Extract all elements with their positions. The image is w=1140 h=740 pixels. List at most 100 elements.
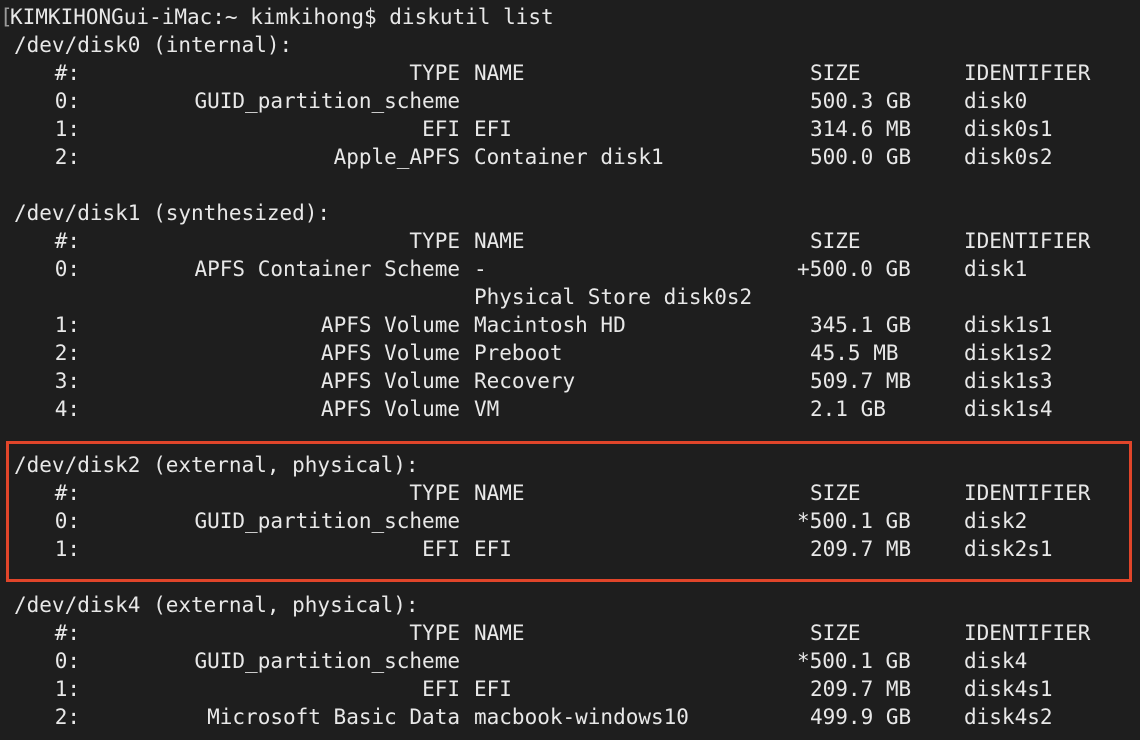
disk-title-text: /dev/disk2 (external, physical): <box>14 453 419 477</box>
partition-type: EFI <box>422 537 460 561</box>
header-identifier: IDENTIFIER <box>964 229 1091 253</box>
partition-type: Microsoft Basic Data <box>207 705 460 729</box>
partition-name: - <box>474 257 487 281</box>
partition-index: 1: <box>54 677 80 701</box>
size-cell: 345.1 GB <box>810 313 912 337</box>
partition-index: 0: <box>54 649 80 673</box>
size-cell: 209.7 MB <box>810 537 912 561</box>
header-name: NAME <box>474 229 525 253</box>
header-size: SIZE <box>810 621 861 645</box>
size-cell: *500.1 GB <box>797 509 911 533</box>
partition-name: EFI <box>474 677 512 701</box>
partition-row-continuation: Physical Store disk0s2 <box>0 283 1140 311</box>
header-identifier: IDENTIFIER <box>964 621 1091 645</box>
size-cell: 45.5 MB <box>810 341 899 365</box>
partition-type: GUID_partition_scheme <box>194 89 460 113</box>
partition-identifier: disk0s1 <box>964 117 1053 141</box>
partition-type: APFS Volume <box>320 369 460 393</box>
partition-name: macbook-windows10 <box>474 705 689 729</box>
partition-identifier: disk1 <box>964 257 1028 281</box>
prompt-line: [ KIMKIHONGui-iMac:~ kimkihong$ diskutil… <box>0 3 554 31</box>
column-header-row: #: TYPE NAME SIZE IDENTIFIER <box>0 59 1140 87</box>
size-cell: 500.3 GB <box>810 89 912 113</box>
header-num: #: <box>54 61 80 85</box>
partition-row: 0: GUID_partition_scheme 500.3 GB disk0 <box>0 87 1140 115</box>
header-size: SIZE <box>810 229 861 253</box>
partition-type: GUID_partition_scheme <box>194 649 460 673</box>
partition-row: 4: APFS Volume VM 2.1 GB disk1s4 <box>0 395 1140 423</box>
partition-index: 1: <box>54 537 80 561</box>
partition-identifier: disk2 <box>964 509 1028 533</box>
size-cell: 499.9 GB <box>810 705 912 729</box>
partition-row: 1: EFI EFI 209.7 MB disk2s1 <box>0 535 1140 563</box>
size-cell: 509.7 MB <box>810 369 912 393</box>
disk-title-text: /dev/disk1 (synthesized): <box>14 201 331 225</box>
header-type: TYPE <box>409 229 460 253</box>
partition-row: 2: APFS Volume Preboot 45.5 MB disk1s2 <box>0 339 1140 367</box>
partition-row: 1: APFS Volume Macintosh HD 345.1 GB disk1s1 <box>0 311 1140 339</box>
column-header-row: #: TYPE NAME SIZE IDENTIFIER <box>0 619 1140 647</box>
partition-row: 2: Apple_APFS Container disk1 500.0 GB disk0… <box>0 143 1140 171</box>
header-type: TYPE <box>409 61 460 85</box>
partition-identifier: disk0 <box>964 89 1028 113</box>
partition-identifier: disk4s1 <box>964 677 1053 701</box>
disk-title-text: /dev/disk4 (external, physical): <box>14 593 419 617</box>
partition-name: EFI <box>474 117 512 141</box>
header-name: NAME <box>474 481 525 505</box>
header-type: TYPE <box>409 481 460 505</box>
partition-identifier: disk0s2 <box>964 145 1053 169</box>
partition-index: 2: <box>54 705 80 729</box>
header-name: NAME <box>474 621 525 645</box>
partition-identifier: disk4 <box>964 649 1028 673</box>
column-header-row: #: TYPE NAME SIZE IDENTIFIER <box>0 479 1140 507</box>
partition-type: APFS Volume <box>320 341 460 365</box>
partition-index: 0: <box>54 89 80 113</box>
partition-name: Preboot <box>474 341 563 365</box>
partition-identifier: disk1s2 <box>964 341 1053 365</box>
header-num: #: <box>54 621 80 645</box>
partition-identifier: disk1s4 <box>964 397 1053 421</box>
header-size: SIZE <box>810 61 861 85</box>
partition-index: 1: <box>54 117 80 141</box>
partition-index: 3: <box>54 369 80 393</box>
terminal-window[interactable]: [ KIMKIHONGui-iMac:~ kimkihong$ diskutil… <box>0 0 1140 740</box>
header-type: TYPE <box>409 621 460 645</box>
partition-row: 1: EFI EFI 209.7 MB disk4s1 <box>0 675 1140 703</box>
partition-index: 0: <box>54 257 80 281</box>
partition-row: 0: GUID_partition_scheme *500.1 GB disk2 <box>0 507 1140 535</box>
partition-type: APFS Volume <box>320 397 460 421</box>
partition-row: 0: GUID_partition_scheme *500.1 GB disk4 <box>0 647 1140 675</box>
header-identifier: IDENTIFIER <box>964 61 1091 85</box>
size-cell: 314.6 MB <box>810 117 912 141</box>
partition-index: 4: <box>54 397 80 421</box>
header-num: #: <box>54 481 80 505</box>
partition-identifier: disk1s3 <box>964 369 1053 393</box>
disk-title: /dev/disk1 (synthesized): <box>0 199 1140 227</box>
header-size: SIZE <box>810 481 861 505</box>
size-cell: 209.7 MB <box>810 677 912 701</box>
partition-identifier: disk4s2 <box>964 705 1053 729</box>
partition-row: 3: APFS Volume Recovery 509.7 MB disk1s3 <box>0 367 1140 395</box>
partition-index: 1: <box>54 313 80 337</box>
partition-type: APFS Volume <box>320 313 460 337</box>
partition-identifier: disk2s1 <box>964 537 1053 561</box>
partition-type: EFI <box>422 677 460 701</box>
size-cell: 2.1 GB <box>810 397 886 421</box>
partition-name: Container disk1 <box>474 145 664 169</box>
size-cell: +500.0 GB <box>797 257 911 281</box>
partition-identifier: disk1s1 <box>964 313 1053 337</box>
partition-name: VM <box>474 397 500 421</box>
partition-name: EFI <box>474 537 512 561</box>
header-name: NAME <box>474 61 525 85</box>
size-cell: *500.1 GB <box>797 649 911 673</box>
partition-row: 2: Microsoft Basic Data macbook-windows10 4… <box>0 703 1140 731</box>
partition-index: 2: <box>54 341 80 365</box>
partition-index: 0: <box>54 509 80 533</box>
partition-row: 0: APFS Container Scheme - +500.0 GB disk1 <box>0 255 1140 283</box>
header-num: #: <box>54 229 80 253</box>
partition-type: EFI <box>422 117 460 141</box>
partition-type: APFS Container Scheme <box>194 257 460 281</box>
disk-title: /dev/disk4 (external, physical): <box>0 591 1140 619</box>
partition-type: GUID_partition_scheme <box>194 509 460 533</box>
partition-name-continuation: Physical Store disk0s2 <box>474 285 753 309</box>
